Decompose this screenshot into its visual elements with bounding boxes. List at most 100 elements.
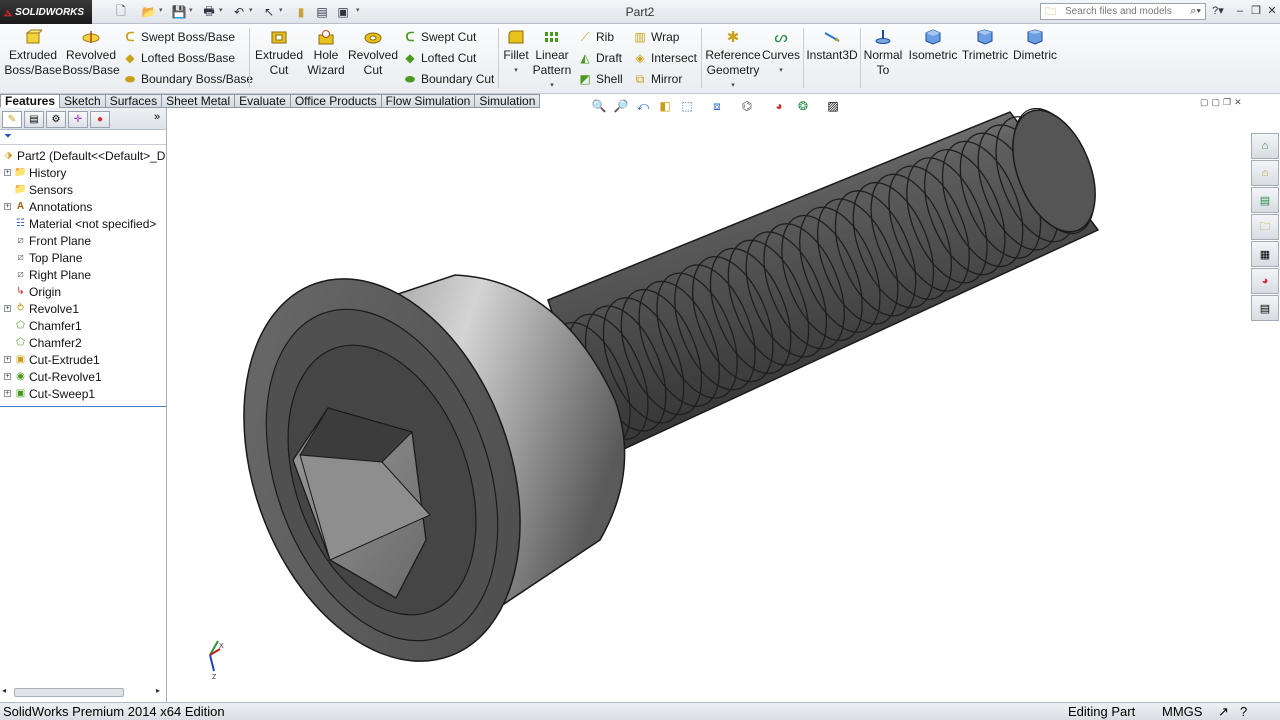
print-dropdown-icon[interactable]: ▾ — [219, 6, 223, 14]
tree-item-origin[interactable]: ↳ Origin — [2, 283, 61, 300]
lofted-boss-button[interactable]: ◆ Lofted Boss/Base — [122, 49, 235, 67]
minimize-icon[interactable]: – — [1232, 3, 1248, 19]
instant3d-button[interactable]: Instant3D — [806, 28, 858, 63]
tab-office-products[interactable]: Office Products — [289, 94, 382, 108]
fillet-button[interactable]: Fillet ▾ — [502, 28, 530, 78]
wrap-button[interactable]: ▥ Wrap — [632, 28, 679, 46]
close-icon[interactable]: ✕ — [1264, 3, 1280, 19]
tab-flow-simulation[interactable]: Flow Simulation — [380, 94, 476, 108]
normal-to-button[interactable]: Normal To — [862, 28, 904, 78]
display-style-icon[interactable]: ⌬ — [738, 97, 756, 115]
solidworks-logo[interactable]: ⲇ SOLIDWORKS — [0, 0, 92, 24]
scroll-left-icon[interactable]: ◂ — [2, 686, 6, 695]
swept-boss-button[interactable]: ᑕ Swept Boss/Base — [122, 28, 235, 46]
options-dropdown-icon[interactable]: ▾ — [356, 6, 360, 14]
viewport-close-icon[interactable]: ✕ — [1234, 97, 1242, 108]
tab-sketch[interactable]: Sketch — [59, 94, 106, 108]
property-manager-tab-icon[interactable]: ▤ — [24, 111, 44, 128]
panel-horizontal-scrollbar[interactable]: ◂ ▸ — [2, 686, 164, 699]
expand-icon[interactable]: + — [4, 390, 11, 397]
trimetric-button[interactable]: Trimetric — [961, 28, 1009, 63]
design-library-icon[interactable]: ▤ — [1251, 187, 1279, 213]
intersect-button[interactable]: ◈ Intersect — [632, 49, 697, 67]
tree-item-sensors[interactable]: 📁 Sensors — [2, 181, 73, 198]
graphics-viewport[interactable]: X Z — [168, 107, 1251, 702]
save-icon[interactable]: 💾 — [170, 3, 188, 21]
home-icon[interactable]: ⌂ — [1251, 160, 1279, 186]
mirror-button[interactable]: ⧉ Mirror — [632, 70, 683, 88]
save-dropdown-icon[interactable]: ▾ — [189, 6, 193, 14]
tree-item-history[interactable]: + 📁 History — [2, 164, 66, 181]
tab-surfaces[interactable]: Surfaces — [104, 94, 163, 108]
previous-view-icon[interactable]: ⤺ — [634, 97, 652, 115]
expand-icon[interactable]: + — [4, 373, 11, 380]
dimxpert-tab-icon[interactable]: ✛ — [68, 111, 88, 128]
scroll-thumb[interactable] — [14, 688, 124, 697]
help-icon[interactable]: ?▾ — [1210, 3, 1226, 19]
section-view-icon[interactable]: ◧ — [656, 97, 674, 115]
expand-icon[interactable]: + — [4, 203, 11, 210]
zoom-to-fit-icon[interactable]: 🔍 — [590, 97, 608, 115]
rib-button[interactable]: ⟋ Rib — [577, 28, 614, 46]
isometric-button[interactable]: Isometric — [907, 28, 959, 63]
tree-item-cut-sweep1[interactable]: + ▣ Cut-Sweep1 — [2, 385, 95, 402]
expand-icon[interactable]: + — [4, 305, 11, 312]
revolved-boss-button[interactable]: Revolved Boss/Base — [62, 28, 120, 78]
edit-appearance-icon[interactable]: ◕ — [770, 97, 788, 115]
tree-filter[interactable]: ⏷ — [0, 131, 166, 145]
open-dropdown-icon[interactable]: ▾ — [159, 6, 163, 14]
zoom-to-area-icon[interactable]: 🔎 — [612, 97, 630, 115]
expand-panel-icon[interactable]: » — [154, 111, 160, 123]
apply-scene-icon[interactable]: ❂ — [794, 97, 812, 115]
lofted-cut-button[interactable]: ◆ Lofted Cut — [402, 49, 476, 67]
open-file-icon[interactable]: 📂 — [140, 3, 158, 21]
extruded-boss-button[interactable]: Extruded Boss/Base — [4, 28, 62, 78]
search-input[interactable]: 🗀 Search files and models ⌕▾ — [1040, 3, 1206, 20]
feature-manager-tab-icon[interactable]: ✎ — [2, 111, 22, 128]
tab-sheet-metal[interactable]: Sheet Metal — [161, 94, 236, 108]
view-orientation-icon[interactable]: ⧈ — [708, 97, 726, 115]
tree-item-top-plane[interactable]: ⧄ Top Plane — [2, 249, 82, 266]
appearances-icon[interactable]: ◕ — [1251, 268, 1279, 294]
dimetric-button[interactable]: Dimetric — [1012, 28, 1058, 63]
custom-properties-icon[interactable]: ▤ — [1251, 295, 1279, 321]
boundary-boss-button[interactable]: ⬬ Boundary Boss/Base — [122, 70, 253, 88]
view-settings-icon[interactable]: ▨ — [824, 97, 842, 115]
tree-item-revolve1[interactable]: + ⥁ Revolve1 — [2, 300, 79, 317]
tab-simulation[interactable]: Simulation — [474, 94, 541, 108]
rebuild-status-icon[interactable]: ↗ — [1218, 704, 1229, 720]
status-units[interactable]: MMGS — [1162, 704, 1202, 719]
rebuild-icon[interactable]: ▮ — [292, 3, 310, 21]
tab-evaluate[interactable]: Evaluate — [234, 94, 291, 108]
fillet-dropdown-icon[interactable]: ▾ — [514, 63, 518, 78]
curves-button[interactable]: ᔕ Curves ▾ — [762, 28, 800, 78]
tree-item-annotations[interactable]: + A Annotations — [2, 198, 92, 215]
select-dropdown-icon[interactable]: ▾ — [279, 6, 283, 14]
viewport-minimize-icon[interactable]: ▢ — [1200, 97, 1209, 108]
extruded-cut-button[interactable]: Extruded Cut — [254, 28, 304, 78]
dynamic-annotation-icon[interactable]: ⬚ — [678, 97, 696, 115]
tree-item-front-plane[interactable]: ⧄ Front Plane — [2, 232, 91, 249]
select-icon[interactable]: ↖ — [260, 3, 278, 21]
undo-dropdown-icon[interactable]: ▾ — [249, 6, 253, 14]
tree-item-chamfer2[interactable]: ⬠ Chamfer2 — [2, 334, 82, 351]
options-icon[interactable]: ▣ — [334, 3, 352, 21]
file-properties-icon[interactable]: ▤ — [313, 3, 331, 21]
revolved-cut-button[interactable]: Revolved Cut — [348, 28, 398, 78]
swept-cut-button[interactable]: ᑕ Swept Cut — [402, 28, 477, 46]
shell-button[interactable]: ◩ Shell — [577, 70, 622, 88]
help-status-icon[interactable]: ? — [1240, 704, 1247, 719]
expand-icon[interactable]: + — [4, 356, 11, 363]
search-icon[interactable]: ⌕▾ — [1190, 4, 1201, 19]
curves-dropdown-icon[interactable]: ▾ — [779, 63, 783, 78]
restore-icon[interactable]: ❐ — [1248, 3, 1264, 19]
tree-root-part[interactable]: ⬗ Part2 (Default<<Default>_D — [2, 147, 166, 164]
reference-geometry-dropdown-icon[interactable]: ▾ — [731, 78, 735, 93]
tree-item-chamfer1[interactable]: ⬠ Chamfer1 — [2, 317, 82, 334]
tree-item-material[interactable]: ☷ Material <not specified> — [2, 215, 156, 232]
boundary-cut-button[interactable]: ⬬ Boundary Cut — [402, 70, 495, 88]
expand-icon[interactable]: + — [4, 169, 11, 176]
draft-button[interactable]: ◭ Draft — [577, 49, 622, 67]
solidworks-resources-icon[interactable]: ⌂ — [1251, 133, 1279, 159]
linear-pattern-dropdown-icon[interactable]: ▾ — [550, 78, 554, 93]
